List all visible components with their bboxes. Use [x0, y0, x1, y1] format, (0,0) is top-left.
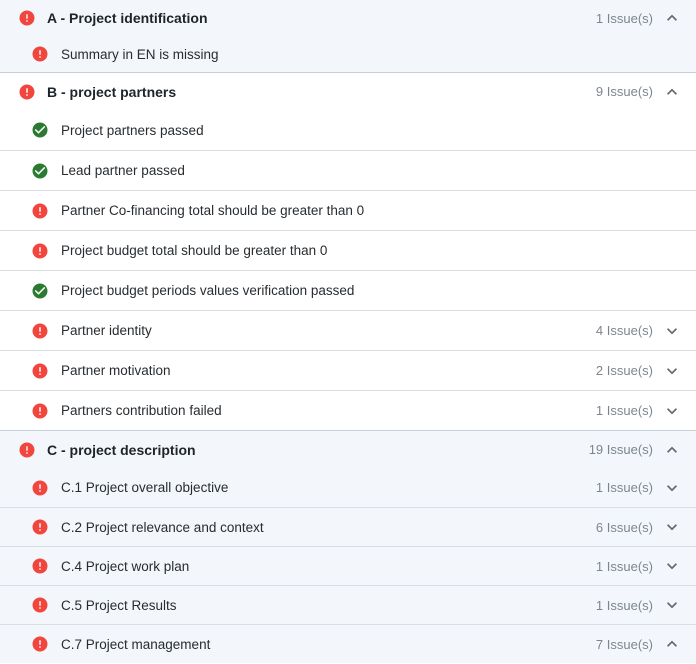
- issue-count: 2 Issue(s): [596, 363, 653, 378]
- chevron-down-icon[interactable]: [662, 361, 682, 381]
- status-icon: [31, 479, 49, 497]
- status-icon: [31, 322, 49, 340]
- section-header-b[interactable]: B - project partners 9 Issue(s): [0, 73, 696, 110]
- section-header-c[interactable]: C - project description 19 Issue(s): [0, 431, 696, 468]
- status-icon: [31, 202, 49, 220]
- section-title: A - Project identification: [47, 10, 596, 26]
- error-icon: [18, 9, 36, 27]
- issue-label: C.1 Project overall objective: [61, 480, 596, 495]
- issue-row-partner-cofinancing: Partner Co-financing total should be gre…: [0, 190, 696, 230]
- error-icon: [31, 242, 49, 260]
- error-icon: [31, 518, 49, 536]
- status-icon: [31, 121, 49, 139]
- issue-row-lead-partner-passed: Lead partner passed: [0, 150, 696, 190]
- issue-count: 1 Issue(s): [596, 559, 653, 574]
- issue-label: C.2 Project relevance and context: [61, 520, 596, 535]
- section-header-a[interactable]: A - Project identification 1 Issue(s): [0, 0, 696, 36]
- issue-count: 4 Issue(s): [596, 323, 653, 338]
- section-title: C - project description: [47, 442, 589, 458]
- issue-row-partner-motivation[interactable]: Partner motivation 2 Issue(s): [0, 350, 696, 390]
- error-icon: [31, 596, 49, 614]
- issue-row-project-partners-passed: Project partners passed: [0, 110, 696, 150]
- error-icon: [31, 402, 49, 420]
- status-icon: [31, 596, 49, 614]
- issue-label: Lead partner passed: [61, 163, 673, 178]
- check-circle-icon: [31, 121, 49, 139]
- issue-count: 9 Issue(s): [596, 84, 653, 99]
- status-icon: [18, 9, 36, 27]
- issue-row-partners-contribution-failed[interactable]: Partners contribution failed 1 Issue(s): [0, 390, 696, 430]
- chevron-down-icon[interactable]: [662, 401, 682, 421]
- section-project-identification: A - Project identification 1 Issue(s) Su…: [0, 0, 696, 72]
- issue-label: C.4 Project work plan: [61, 559, 596, 574]
- status-icon: [31, 518, 49, 536]
- status-icon: [31, 635, 49, 653]
- chevron-up-icon[interactable]: [662, 8, 682, 28]
- issue-label: Partners contribution failed: [61, 403, 596, 418]
- issue-count: 1 Issue(s): [596, 598, 653, 613]
- issue-label: C.5 Project Results: [61, 598, 596, 613]
- error-icon: [31, 635, 49, 653]
- chevron-up-icon[interactable]: [662, 440, 682, 460]
- error-icon: [18, 441, 36, 459]
- status-icon: [31, 402, 49, 420]
- error-icon: [18, 83, 36, 101]
- status-icon: [31, 362, 49, 380]
- chevron-up-icon[interactable]: [662, 82, 682, 102]
- issue-count: 1 Issue(s): [596, 480, 653, 495]
- chevron-down-icon[interactable]: [662, 321, 682, 341]
- error-icon: [31, 322, 49, 340]
- error-icon: [31, 202, 49, 220]
- issue-row-c1-overall-objective[interactable]: C.1 Project overall objective 1 Issue(s): [0, 468, 696, 507]
- section-title: B - project partners: [47, 84, 596, 100]
- status-icon: [18, 441, 36, 459]
- section-items: Summary in EN is missing: [0, 36, 696, 72]
- issue-row-budget-periods-passed: Project budget periods values verificati…: [0, 270, 696, 310]
- error-icon: [31, 557, 49, 575]
- status-icon: [31, 162, 49, 180]
- issue-row-summary-en-missing: Summary in EN is missing: [0, 36, 696, 72]
- issue-count: 19 Issue(s): [589, 442, 653, 457]
- issue-row-c5-results[interactable]: C.5 Project Results 1 Issue(s): [0, 585, 696, 624]
- error-icon: [31, 479, 49, 497]
- chevron-down-icon[interactable]: [662, 556, 682, 576]
- issue-count: 1 Issue(s): [596, 403, 653, 418]
- chevron-up-icon[interactable]: [662, 634, 682, 654]
- issue-label: Project budget periods values verificati…: [61, 283, 673, 298]
- error-icon: [31, 362, 49, 380]
- status-icon: [31, 557, 49, 575]
- status-icon: [31, 282, 49, 300]
- issue-label: Project partners passed: [61, 123, 673, 138]
- issue-row-partner-identity[interactable]: Partner identity 4 Issue(s): [0, 310, 696, 350]
- issue-row-c2-relevance-context[interactable]: C.2 Project relevance and context 6 Issu…: [0, 507, 696, 546]
- section-project-partners: B - project partners 9 Issue(s) Project …: [0, 72, 696, 430]
- issue-label: Partner Co-financing total should be gre…: [61, 203, 673, 218]
- chevron-down-icon[interactable]: [662, 595, 682, 615]
- issue-count: 7 Issue(s): [596, 637, 653, 652]
- section-items: C.1 Project overall objective 1 Issue(s)…: [0, 468, 696, 663]
- issue-label: C.7 Project management: [61, 637, 596, 652]
- error-icon: [31, 45, 49, 63]
- issue-row-c4-work-plan[interactable]: C.4 Project work plan 1 Issue(s): [0, 546, 696, 585]
- issue-row-project-budget-total: Project budget total should be greater t…: [0, 230, 696, 270]
- section-project-description: C - project description 19 Issue(s) C.1 …: [0, 430, 696, 663]
- status-icon: [31, 45, 49, 63]
- section-items: Project partners passed Lead partner pas…: [0, 110, 696, 430]
- status-icon: [31, 242, 49, 260]
- validation-issues-panel: A - Project identification 1 Issue(s) Su…: [0, 0, 696, 663]
- issue-row-c7-management[interactable]: C.7 Project management 7 Issue(s): [0, 624, 696, 663]
- issue-label: Partner motivation: [61, 363, 596, 378]
- chevron-down-icon[interactable]: [662, 517, 682, 537]
- check-circle-icon: [31, 162, 49, 180]
- issue-count: 6 Issue(s): [596, 520, 653, 535]
- chevron-down-icon[interactable]: [662, 478, 682, 498]
- check-circle-icon: [31, 282, 49, 300]
- issue-label: Project budget total should be greater t…: [61, 243, 673, 258]
- issue-label: Partner identity: [61, 323, 596, 338]
- status-icon: [18, 83, 36, 101]
- issue-label: Summary in EN is missing: [61, 47, 673, 62]
- issue-count: 1 Issue(s): [596, 11, 653, 26]
